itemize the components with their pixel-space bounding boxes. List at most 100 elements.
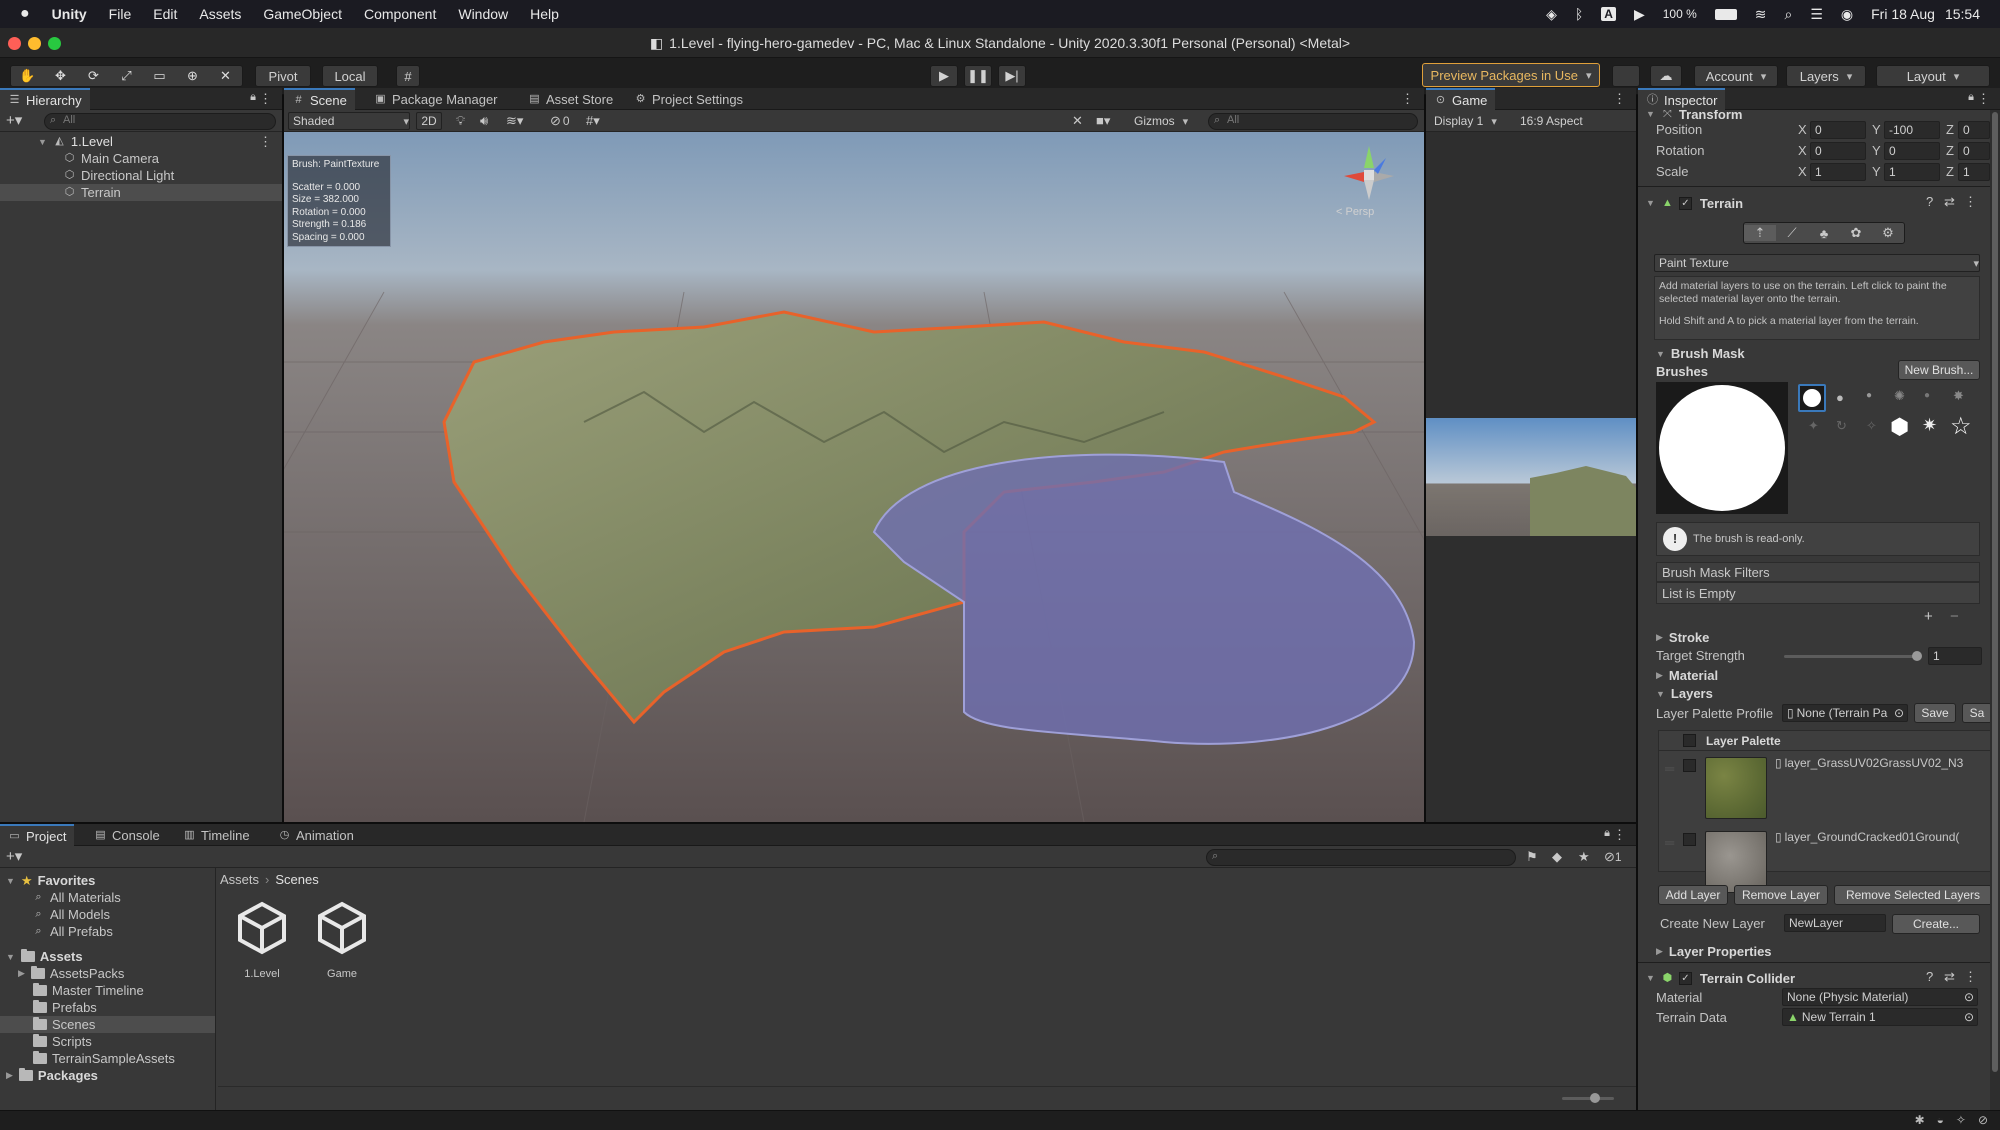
inspector-scrollbar[interactable]	[1990, 110, 2000, 1130]
tab-asset-store[interactable]: ▤ Asset Store	[520, 88, 621, 110]
brush-item-star[interactable]: ☆	[1950, 412, 1972, 441]
preset-icon[interactable]: ⇄	[1944, 194, 1955, 210]
fold-arrow-icon[interactable]: ▼	[1646, 973, 1655, 983]
brush-item-cloud[interactable]: ✺	[1894, 388, 1905, 404]
remove-selected-layers-button[interactable]: Remove Selected Layers	[1834, 885, 1990, 905]
slider-thumb[interactable]	[1590, 1093, 1600, 1103]
folder-row[interactable]: ▶ AssetsPacks	[0, 965, 215, 982]
paint-details-icon[interactable]: ✿	[1840, 225, 1872, 241]
inspector-lock-icon[interactable]: 🔒︎	[1968, 91, 1974, 104]
lock-icon[interactable]: 🔒︎	[250, 91, 256, 104]
component-menu-icon[interactable]: ⋮	[1964, 194, 1977, 210]
folder-row[interactable]: Scripts	[0, 1033, 215, 1050]
object-picker-icon[interactable]: ⊙	[1964, 990, 1974, 1004]
collider-material-field[interactable]: None (Physic Material) ⊙	[1782, 988, 1978, 1006]
fold-arrow-icon[interactable]: ▼	[1646, 198, 1655, 208]
terrain-settings-icon[interactable]: ⚙	[1872, 225, 1904, 241]
folder-row-selected[interactable]: Scenes	[0, 1016, 215, 1033]
scene-more-menu-icon[interactable]: ⋮	[1401, 91, 1414, 107]
shading-mode-dropdown[interactable]: Shaded	[288, 112, 410, 130]
position-y-field[interactable]: -100	[1884, 121, 1940, 139]
asset-item-level[interactable]: 1.Level	[230, 900, 294, 990]
brush-item-dot[interactable]: ●	[1924, 390, 1930, 401]
display-dropdown[interactable]: Display 1	[1430, 112, 1512, 130]
terrain-tool-dropdown[interactable]: Paint Texture	[1654, 254, 1980, 272]
search-by-type-icon[interactable]: ⚑	[1526, 849, 1538, 865]
create-add-icon[interactable]: +▾	[6, 111, 22, 129]
aspect-dropdown[interactable]: 16:9 Aspect	[1516, 112, 1626, 130]
brush-item-grass[interactable]: ✧	[1866, 418, 1877, 434]
input-source-icon[interactable]: A	[1601, 7, 1616, 21]
axis-gizmo-icon[interactable]	[1334, 138, 1404, 204]
custom-tool-icon[interactable]: ✕	[209, 68, 242, 84]
hidden-packages-toggle[interactable]: ⊘ 1	[1604, 849, 1622, 865]
project-search-input[interactable]	[1206, 849, 1516, 866]
auto-generate-lighting-icon[interactable]: ✧	[1956, 1113, 1966, 1127]
rect-tool-icon[interactable]: ▭	[143, 68, 176, 84]
gizmos-dropdown[interactable]: Gizmos	[1130, 112, 1200, 130]
brush-item-noise[interactable]: ✦	[1808, 418, 1819, 434]
hidden-objects-toggle[interactable]: ⊘ 0	[550, 113, 570, 129]
rotation-x-field[interactable]: 0	[1810, 142, 1866, 160]
pause-button[interactable]: ❚❚	[964, 65, 992, 87]
drag-handle-icon[interactable]: ═	[1665, 761, 1674, 776]
breadcrumb-scenes[interactable]: Scenes	[275, 872, 318, 887]
tab-project-settings[interactable]: ⚙ Project Settings	[626, 88, 751, 110]
step-button[interactable]: ▶|	[998, 65, 1026, 87]
grid-toggle-icon[interactable]: #▾	[586, 113, 600, 129]
debug-icon[interactable]: ✱	[1915, 1113, 1925, 1127]
scale-tool-icon[interactable]: ⤢	[110, 68, 143, 84]
menu-help[interactable]: Help	[530, 6, 559, 22]
hierarchy-item-terrain[interactable]: ⬡ Terrain	[0, 184, 282, 201]
terrain-component-header[interactable]: ▼ ▲ ✓ Terrain	[1646, 194, 1743, 212]
menu-unity[interactable]: Unity	[52, 6, 87, 22]
orientation-gizmo[interactable]: < Persp	[1334, 138, 1404, 218]
unity-status-icon[interactable]: ◈	[1546, 6, 1557, 23]
folder-row[interactable]: Prefabs	[0, 999, 215, 1016]
add-layer-button[interactable]: Add Layer	[1658, 885, 1728, 905]
account-dropdown[interactable]: Account	[1694, 65, 1778, 87]
collab-button[interactable]	[1612, 65, 1640, 87]
progress-icon[interactable]: ◒	[1937, 1113, 1944, 1127]
audio-toggle-icon[interactable]: 🔊︎	[480, 113, 488, 129]
fold-arrow-icon[interactable]: ▼	[6, 876, 15, 886]
fold-arrow-icon[interactable]: ▶	[18, 968, 25, 979]
favorite-item[interactable]: ⌕ All Prefabs	[0, 923, 215, 940]
position-x-field[interactable]: 0	[1810, 121, 1866, 139]
packages-row[interactable]: ▶ Packages	[0, 1067, 215, 1084]
folder-row[interactable]: TerrainSampleAssets	[0, 1050, 215, 1067]
select-all-checkbox[interactable]	[1683, 734, 1696, 747]
apple-icon[interactable]: ●	[20, 5, 30, 23]
hierarchy-item-main-camera[interactable]: ⬡ Main Camera	[0, 150, 282, 167]
scene-row[interactable]: ▼ ◭ 1.Level ⋮	[0, 133, 282, 150]
remove-filter-icon[interactable]: −	[1950, 608, 1959, 625]
layers-foldout[interactable]: ▼ Layers	[1656, 686, 1713, 701]
scale-x-field[interactable]: 1	[1810, 163, 1866, 181]
brush-item-hexagon[interactable]: ⬢	[1890, 414, 1909, 440]
favorite-item[interactable]: ⌕ All Materials	[0, 889, 215, 906]
stroke-foldout[interactable]: ▶ Stroke	[1656, 630, 1709, 645]
target-strength-field[interactable]: 1	[1928, 647, 1982, 665]
fold-arrow-icon[interactable]: ▶	[6, 1070, 13, 1081]
toggle-2d-button[interactable]: 2D	[416, 112, 442, 130]
tab-timeline[interactable]: ▥ Timeline	[175, 824, 258, 846]
target-strength-slider[interactable]	[1784, 651, 1922, 661]
assets-row[interactable]: ▼ Assets	[0, 948, 215, 965]
raise-terrain-icon[interactable]: ⇡	[1744, 225, 1776, 241]
menu-component[interactable]: Component	[364, 6, 436, 22]
icon-size-slider[interactable]	[1562, 1093, 1614, 1103]
object-picker-icon[interactable]: ⊙	[1964, 1010, 1974, 1024]
scene-viewport[interactable]: Brush: PaintTexture Scatter = 0.000 Size…	[284, 132, 1424, 822]
tab-hierarchy[interactable]: ☰ Hierarchy	[0, 88, 90, 110]
cache-server-icon[interactable]: ⊘	[1978, 1113, 1988, 1127]
menu-window[interactable]: Window	[458, 6, 508, 22]
spotlight-icon[interactable]: ⌕	[1785, 6, 1793, 23]
layers-dropdown[interactable]: Layers	[1786, 65, 1866, 87]
game-more-menu-icon[interactable]: ⋮	[1613, 91, 1626, 107]
remove-layer-button[interactable]: Remove Layer	[1734, 885, 1828, 905]
create-layer-button[interactable]: Create...	[1892, 914, 1980, 934]
tab-project[interactable]: ▭ Project	[0, 824, 75, 846]
move-tool-icon[interactable]: ✥	[44, 68, 77, 84]
favorite-star-icon[interactable]: ★	[1578, 849, 1590, 865]
new-brush-button[interactable]: New Brush...	[1898, 360, 1980, 380]
